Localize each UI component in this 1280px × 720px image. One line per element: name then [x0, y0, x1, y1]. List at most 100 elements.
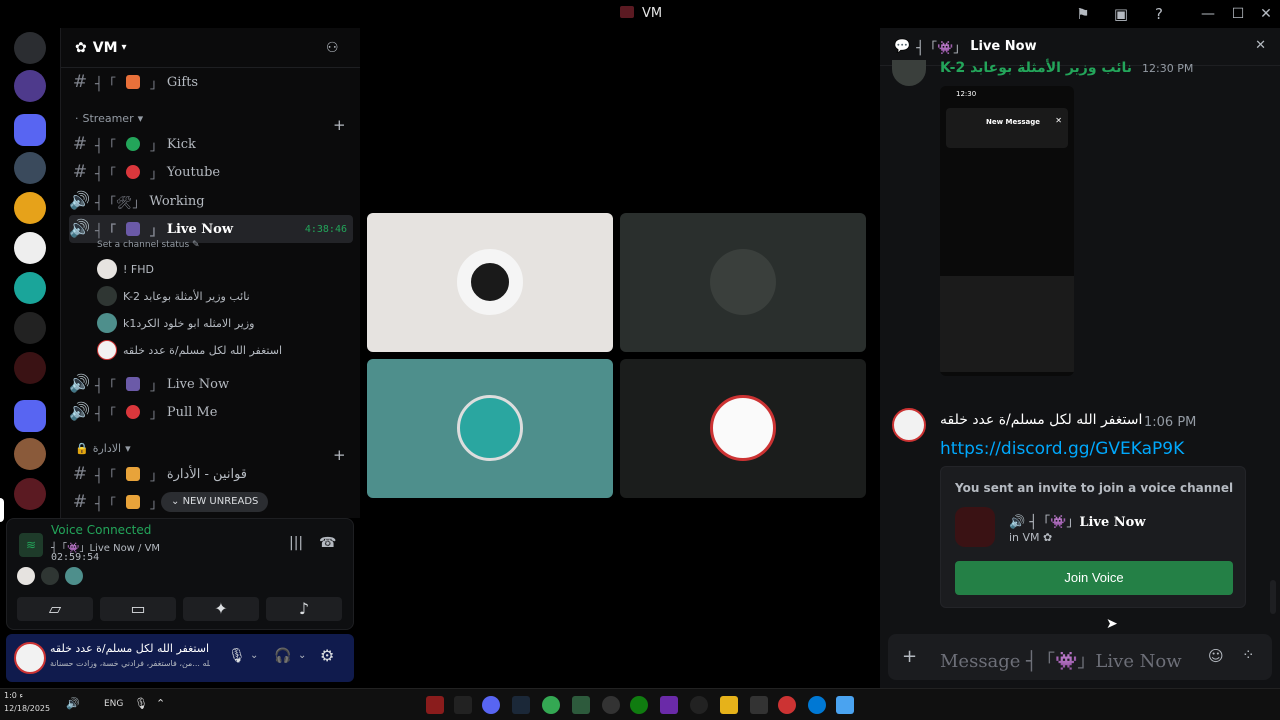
channel-admin-rules[interactable]: # ┤「」 قوانين - الأدارة	[69, 460, 353, 488]
inbox-icon[interactable]: ▣	[1110, 4, 1132, 24]
chrome-icon[interactable]	[542, 696, 560, 714]
mic-icon[interactable]: 🎙	[228, 648, 246, 664]
activities-button[interactable]: ✦	[183, 597, 259, 621]
invite-link[interactable]: https://discord.gg/GVEKaP9K	[940, 439, 1184, 459]
message-input[interactable]: Message ┤「👾」Live Now	[940, 647, 1182, 673]
voice-user[interactable]: k1وزير الامثله ابو خلود الكرد	[97, 312, 254, 334]
voice-user[interactable]: ! FHD	[97, 258, 154, 280]
message-author[interactable]: K-2 نائب وزير الأمثلة بوعابد	[940, 60, 1132, 76]
add-attachment-icon[interactable]: +	[902, 646, 917, 667]
folder-icon[interactable]	[14, 114, 46, 146]
join-voice-button[interactable]: Join Voice	[955, 561, 1233, 595]
server-icon[interactable]	[14, 438, 46, 470]
speaker-icon: 🔊	[69, 219, 91, 239]
folder-icon[interactable]	[14, 400, 46, 432]
chevron-up-icon[interactable]: ⌃	[156, 697, 165, 710]
screen-share-button[interactable]: ▭	[100, 597, 176, 621]
screen-share-icon: ▭	[130, 599, 146, 618]
channel-live-now-active[interactable]: 🔊 ┤「」 Live Now 4:38:46	[69, 215, 353, 243]
search-icon[interactable]	[690, 696, 708, 714]
server-icon[interactable]	[14, 70, 46, 102]
app-icon[interactable]	[778, 696, 796, 714]
app-icon[interactable]	[750, 696, 768, 714]
voice-user[interactable]: K-2 نائب وزير الأمثلة بوعابد	[97, 285, 250, 307]
volume-icon[interactable]: 🔊	[66, 697, 80, 710]
voice-user[interactable]: استغفر الله لكل مسلم/ة عدد خلقه	[97, 339, 282, 361]
participant-tile[interactable]	[367, 359, 613, 498]
server-icon[interactable]	[14, 32, 46, 64]
app-icon[interactable]	[572, 696, 590, 714]
channel-pull-me[interactable]: 🔊 ┤「」 Pull Me	[69, 398, 353, 426]
server-icon[interactable]	[14, 352, 46, 384]
guild-name: VM	[92, 39, 118, 56]
avatar[interactable]	[892, 60, 926, 86]
user-bar: استغفر الله لكل مسلم/ة عدد خلقه سبحان ال…	[6, 634, 354, 682]
server-icon[interactable]	[14, 312, 46, 344]
avatar[interactable]	[14, 642, 46, 674]
language-indicator[interactable]: ENG	[104, 699, 123, 709]
invite-channel-name: Live Now	[1079, 515, 1146, 530]
phone-time: 12:30	[956, 90, 977, 98]
set-channel-status[interactable]: Set a channel status ✎	[97, 240, 200, 250]
scrollbar[interactable]	[1270, 580, 1276, 614]
participant-tile[interactable]	[620, 213, 866, 352]
channel-name: Gifts	[166, 74, 199, 90]
category-admin[interactable]: 🔒 الادارة ▾	[75, 442, 131, 455]
participant-tile[interactable]	[620, 359, 866, 498]
invite-channel: 🔊 ┤「👾」Live Now	[1009, 511, 1146, 530]
headphones-icon[interactable]: 🎧	[274, 648, 291, 664]
channel-gifts[interactable]: # ┤「」 Gifts	[69, 68, 353, 96]
discord-icon[interactable]	[482, 696, 500, 714]
windows-start-icon[interactable]	[836, 696, 854, 714]
server-icon[interactable]	[14, 272, 46, 304]
maximize-button[interactable]: ☐	[1226, 4, 1250, 24]
screenshot-attachment[interactable]: 12:30 New Message ✕	[940, 86, 1074, 376]
help-icon[interactable]: ?	[1148, 4, 1170, 24]
pin-icon[interactable]: ⚑	[1072, 4, 1094, 24]
xbox-icon[interactable]	[630, 696, 648, 714]
add-friend-icon[interactable]: ⚇	[326, 40, 339, 56]
steam-icon[interactable]	[512, 696, 530, 714]
mic-icon[interactable]: 🎙	[134, 697, 148, 710]
participant-tile[interactable]	[367, 213, 613, 352]
noise-suppression-icon[interactable]: |||	[289, 535, 303, 551]
server-icon[interactable]	[14, 232, 46, 264]
chat-bubble-icon: 💬	[894, 39, 911, 54]
edge-icon[interactable]	[808, 696, 826, 714]
guild-header[interactable]: ✿ VM ▾ ⚇	[61, 28, 360, 68]
apps-icon[interactable]: ⁘	[1242, 646, 1255, 664]
app-icon[interactable]	[426, 696, 444, 714]
message-time: 1:06 PM	[1144, 415, 1197, 430]
channel-name: Live Now	[166, 221, 234, 237]
chevron-down-icon[interactable]: ⌄	[298, 650, 306, 661]
chevron-down-icon[interactable]: ⌄	[250, 650, 258, 661]
channel-live-now[interactable]: 🔊 ┤「」 Live Now	[69, 370, 353, 398]
signal-icon[interactable]: ≋	[19, 533, 43, 557]
voice-channel-name: Live Now / VM	[89, 543, 161, 554]
channel-name: Youtube	[166, 164, 221, 180]
close-icon[interactable]: ✕	[1255, 38, 1266, 53]
minimize-button[interactable]: —	[1196, 4, 1220, 24]
soundboard-button[interactable]: ♪	[266, 597, 342, 621]
selected-server-indicator	[0, 498, 4, 522]
avatar[interactable]	[892, 408, 926, 442]
emoji-icon[interactable]: ☺	[1208, 647, 1224, 665]
disconnect-icon[interactable]: ☎	[319, 535, 336, 551]
server-icon[interactable]	[14, 152, 46, 184]
channel-youtube[interactable]: # ┤「」 Youtube	[69, 158, 353, 186]
new-unreads-pill[interactable]: ⌄ NEW UNREADS	[161, 492, 269, 512]
category-streamer[interactable]: · Streamer ▾	[75, 112, 143, 125]
server-icon[interactable]	[14, 192, 46, 224]
channel-working[interactable]: 🔊 ┤「🛠」 Working	[69, 187, 353, 215]
app-icon[interactable]	[454, 696, 472, 714]
camera-button[interactable]: ▱	[17, 597, 93, 621]
close-button[interactable]: ✕	[1254, 4, 1278, 24]
channel-name: Working	[149, 193, 205, 209]
app-icon[interactable]	[602, 696, 620, 714]
message-author[interactable]: استغفر الله لكل مسلم/ة عدد خلقه	[940, 412, 1142, 428]
gear-icon[interactable]: ⚙	[320, 646, 334, 665]
server-icon[interactable]	[14, 478, 46, 510]
folder-icon[interactable]	[720, 696, 738, 714]
channel-kick[interactable]: # ┤「」 Kick	[69, 130, 353, 158]
app-icon[interactable]	[660, 696, 678, 714]
